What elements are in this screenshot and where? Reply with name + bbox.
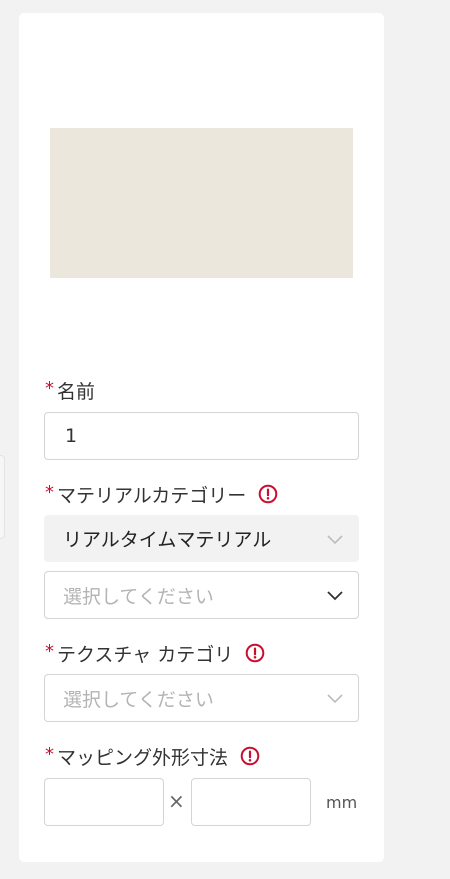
texture-category-placeholder: 選択してください — [63, 688, 214, 711]
unit-label: mm — [326, 793, 358, 812]
material-subcategory-select[interactable]: 選択してください — [44, 571, 359, 619]
chevron-down-icon — [327, 534, 343, 544]
exclamation-circle-icon[interactable] — [245, 643, 265, 663]
required-mark: * — [45, 377, 54, 399]
required-mark: * — [45, 743, 54, 765]
name-input[interactable] — [45, 425, 358, 447]
texture-category-label-text: テクスチャ カテゴリ — [57, 643, 234, 666]
material-category-label-text: マテリアルカテゴリー — [57, 484, 247, 507]
texture-category-label: * テクスチャ カテゴリ — [45, 640, 265, 666]
exclamation-circle-icon[interactable] — [258, 484, 278, 504]
times-separator: × — [168, 789, 185, 813]
mapping-width-input[interactable] — [45, 791, 163, 813]
required-mark: * — [45, 481, 54, 503]
mapping-height-field[interactable] — [191, 778, 311, 826]
texture-category-select[interactable]: 選択してください — [44, 674, 359, 722]
chevron-down-icon — [327, 591, 343, 601]
material-subcategory-placeholder: 選択してください — [63, 585, 214, 608]
mapping-width-field[interactable] — [44, 778, 164, 826]
name-field[interactable] — [44, 412, 359, 460]
exclamation-circle-icon[interactable] — [240, 746, 260, 766]
name-label: * 名前 — [45, 377, 96, 403]
required-mark: * — [45, 640, 54, 662]
material-preview-image — [50, 128, 353, 278]
mapping-size-label: * マッピング外形寸法 — [45, 743, 260, 769]
mapping-size-label-text: マッピング外形寸法 — [57, 746, 229, 769]
material-category-select[interactable]: リアルタイムマテリアル — [44, 515, 359, 562]
name-label-text: 名前 — [57, 380, 96, 403]
material-category-label: * マテリアルカテゴリー — [45, 481, 278, 507]
material-category-value: リアルタイムマテリアル — [63, 529, 272, 551]
mapping-height-input[interactable] — [192, 791, 310, 813]
side-panel-edge — [0, 455, 5, 539]
chevron-down-icon — [327, 694, 343, 704]
